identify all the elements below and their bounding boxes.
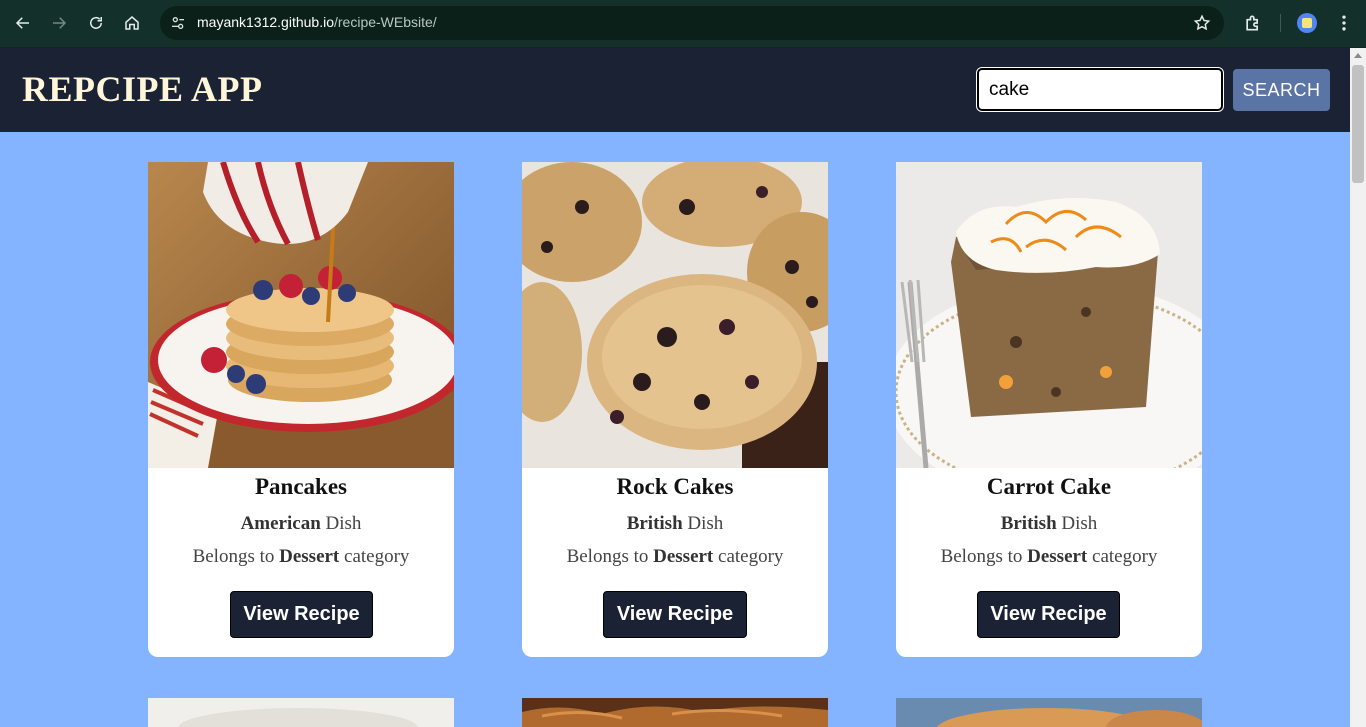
home-icon[interactable] <box>120 11 144 35</box>
recipe-category: Belongs to Dessert category <box>896 546 1202 568</box>
reload-icon[interactable] <box>84 11 108 35</box>
page-scrollbar[interactable] <box>1350 48 1366 727</box>
recipe-image-carrot-cake <box>896 162 1202 468</box>
category-prefix: Belongs to <box>192 546 280 567</box>
recipe-title: Pancakes <box>255 474 347 499</box>
area-suffix: Dish <box>682 513 724 534</box>
area-name: American <box>240 513 321 534</box>
kebab-menu-icon[interactable] <box>1334 11 1354 35</box>
recipe-category: Belongs to Dessert category <box>148 546 454 568</box>
back-arrow-icon[interactable] <box>11 11 35 35</box>
category-name: Dessert <box>279 546 340 567</box>
view-recipe-button[interactable]: View Recipe <box>230 591 373 638</box>
category-suffix: category <box>1087 546 1158 567</box>
url-host: mayank1312.github.io <box>197 14 334 30</box>
view-recipe-button[interactable]: View Recipe <box>603 591 747 638</box>
bookmark-star-icon[interactable] <box>1192 13 1212 33</box>
scrollbar-thumb[interactable] <box>1352 65 1364 183</box>
category-suffix: category <box>339 546 410 567</box>
category-prefix: Belongs to <box>940 546 1028 567</box>
recipe-card-partial <box>148 698 454 727</box>
view-recipe-button[interactable]: View Recipe <box>977 591 1120 638</box>
recipe-area: British Dish <box>896 513 1202 535</box>
category-prefix: Belongs to <box>566 546 654 567</box>
site-info-icon[interactable] <box>168 13 188 33</box>
recipe-card: Pancakes American Dish Belongs to Desser… <box>148 162 454 657</box>
recipe-card: Rock Cakes British Dish Belongs to Desse… <box>522 162 828 657</box>
extensions-puzzle-icon[interactable] <box>1241 11 1265 35</box>
recipe-title: Rock Cakes <box>616 474 734 499</box>
recipe-image-partial <box>148 698 454 727</box>
recipe-area: American Dish <box>148 513 454 535</box>
recipe-card-partial <box>522 698 828 727</box>
forward-arrow-icon[interactable] <box>47 11 71 35</box>
recipe-category: Belongs to Dessert category <box>522 546 828 568</box>
area-suffix: Dish <box>320 513 362 534</box>
browser-toolbar: mayank1312.github.io/recipe-WEbsite/ <box>0 0 1366 48</box>
area-suffix: Dish <box>1056 513 1098 534</box>
url-path: /recipe-WEbsite/ <box>334 14 437 30</box>
category-name: Dessert <box>653 546 714 567</box>
recipe-image-partial <box>896 698 1202 727</box>
recipe-image-partial <box>522 698 828 727</box>
address-bar[interactable]: mayank1312.github.io/recipe-WEbsite/ <box>160 6 1224 40</box>
recipe-image-rock-cakes <box>522 162 828 468</box>
search-input[interactable] <box>976 67 1224 112</box>
category-suffix: category <box>713 546 784 567</box>
search-button[interactable]: SEARCH <box>1233 69 1330 111</box>
recipe-image-pancakes <box>148 162 454 468</box>
scroll-up-arrow-icon[interactable] <box>1354 53 1362 58</box>
toolbar-divider <box>1280 14 1281 32</box>
recipe-title: Carrot Cake <box>986 474 1112 499</box>
area-name: British <box>626 513 683 534</box>
app-title: REPCIPE APP <box>22 69 263 109</box>
category-name: Dessert <box>1027 546 1088 567</box>
recipe-area: British Dish <box>522 513 828 535</box>
recipe-card: Carrot Cake British Dish Belongs to Dess… <box>896 162 1202 657</box>
url-text: mayank1312.github.io/recipe-WEbsite/ <box>197 14 437 30</box>
recipe-card-partial <box>896 698 1202 727</box>
area-name: British <box>1000 513 1057 534</box>
profile-avatar-icon[interactable] <box>1297 13 1317 33</box>
